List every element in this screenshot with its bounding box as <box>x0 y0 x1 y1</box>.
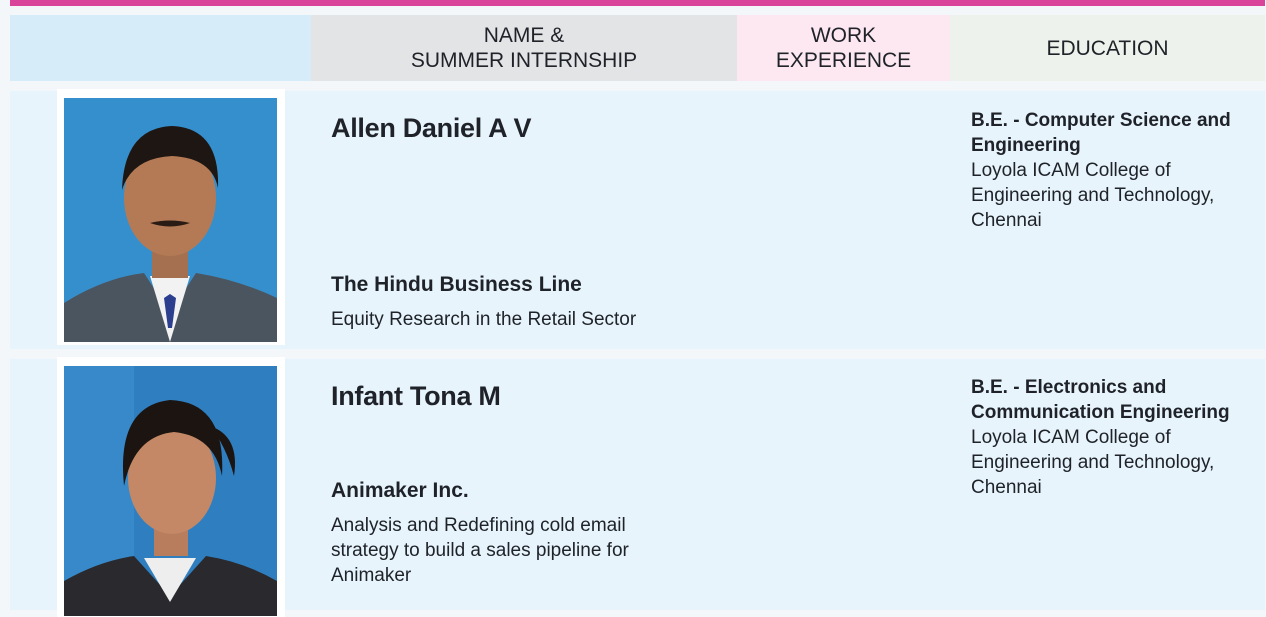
internship-project: Analysis and Redefining cold email strat… <box>331 515 629 586</box>
header-education-label: EDUCATION <box>1046 36 1169 60</box>
student-name: Infant Tona M <box>331 381 501 411</box>
header-name-internship: NAME & SUMMER INTERNSHIP <box>311 15 737 81</box>
header-work-experience: WORK EXPERIENCE <box>737 15 950 81</box>
education-college: Loyola ICAM College of Engineering and T… <box>971 160 1215 231</box>
internship-project: Equity Research in the Retail Sector <box>331 309 637 330</box>
student-name: Allen Daniel A V <box>331 113 532 143</box>
student-photo-frame <box>57 89 285 345</box>
student-photo-frame <box>57 357 285 617</box>
top-accent-bar <box>10 0 1265 6</box>
header-name-line1: NAME & <box>483 24 565 47</box>
student-row: Allen Daniel A V The Hindu Business Line… <box>10 89 1265 349</box>
education-degree: B.E. - Computer Science and Engineering <box>971 110 1231 156</box>
header-education: EDUCATION <box>950 15 1265 81</box>
header-work-line1: WORK <box>810 24 877 47</box>
header-work-line2: EXPERIENCE <box>775 49 912 72</box>
internship-company: The Hindu Business Line <box>331 273 582 296</box>
student-photo <box>64 366 277 616</box>
education-college: Loyola ICAM College of Engineering and T… <box>971 427 1215 498</box>
portrait-illustration <box>64 366 277 616</box>
student-photo <box>64 98 277 342</box>
portrait-illustration <box>64 98 277 342</box>
header-photo-column <box>10 15 311 81</box>
student-row: Infant Tona M Animaker Inc. Analysis and… <box>10 357 1265 617</box>
education-degree: B.E. - Electronics and Communication Eng… <box>971 377 1230 423</box>
internship-company: Animaker Inc. <box>331 479 469 502</box>
header-name-line2: SUMMER INTERNSHIP <box>410 49 638 72</box>
